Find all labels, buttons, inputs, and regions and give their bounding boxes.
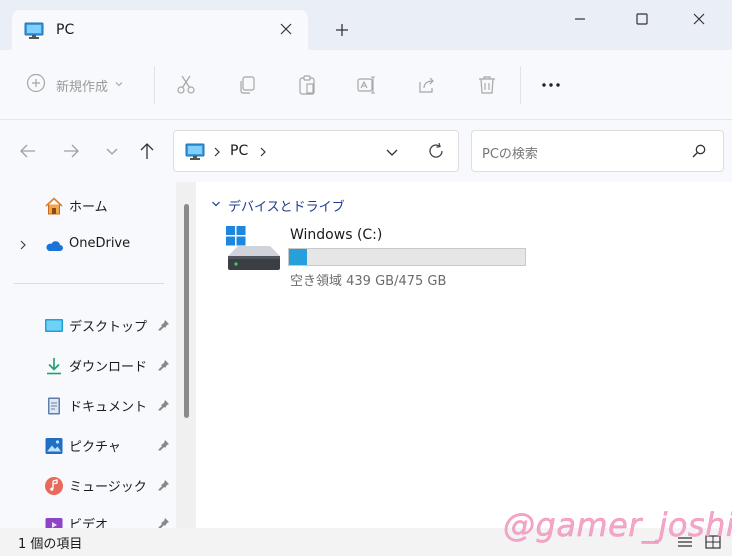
chevron-down-icon xyxy=(114,78,124,93)
sidebar-item-label: ホーム xyxy=(69,200,108,215)
sidebar-scrollbar-thumb[interactable] xyxy=(184,204,189,418)
pin-icon[interactable] xyxy=(158,399,170,415)
more-icon[interactable] xyxy=(540,74,562,96)
toolbar-separator xyxy=(154,66,155,104)
window-close-icon[interactable] xyxy=(688,8,710,30)
group-header-devices[interactable]: デバイスとドライブ xyxy=(210,196,345,215)
sidebar-item-label: ドキュメント xyxy=(69,400,148,415)
sidebar-item-documents[interactable]: ドキュメント xyxy=(0,390,176,420)
pc-icon xyxy=(24,22,44,44)
rename-icon[interactable] xyxy=(356,74,378,96)
sidebar-divider xyxy=(14,283,164,284)
share-icon[interactable] xyxy=(416,74,438,96)
plus-circle-icon xyxy=(26,73,46,97)
sidebar-item-pictures[interactable]: ピクチャ xyxy=(0,430,176,460)
search-icon[interactable] xyxy=(691,143,707,163)
drive-c[interactable]: Windows (C:) 空き領域 439 GB/475 GB xyxy=(226,224,546,289)
search-input[interactable]: PCの検索 xyxy=(482,143,538,162)
sidebar-item-desktop[interactable]: デスクトップ xyxy=(0,310,176,340)
pin-icon[interactable] xyxy=(158,517,170,528)
drive-free-space: 空き領域 439 GB/475 GB xyxy=(290,274,447,289)
tab-title: PC xyxy=(56,22,75,38)
delete-icon[interactable] xyxy=(476,74,498,96)
desktop-icon xyxy=(44,316,64,336)
address-bar[interactable]: PC xyxy=(173,130,459,172)
tab-pc[interactable]: PC xyxy=(12,10,308,50)
maximize-icon[interactable] xyxy=(631,8,653,30)
drive-usage-bar xyxy=(288,248,526,266)
sidebar-item-onedrive[interactable]: OneDrive xyxy=(0,230,176,260)
chevron-right-icon[interactable] xyxy=(18,239,28,255)
pin-icon[interactable] xyxy=(158,319,170,335)
command-bar: 新規作成 xyxy=(0,50,732,120)
sidebar-item-home[interactable]: ホーム xyxy=(0,190,176,220)
sidebar-item-label: デスクトップ xyxy=(69,320,148,335)
refresh-icon[interactable] xyxy=(426,141,446,165)
sidebar-item-label: ミュージック xyxy=(69,480,147,495)
search-box[interactable]: PCの検索 xyxy=(471,130,724,172)
forward-arrow-icon[interactable] xyxy=(60,140,82,162)
sidebar-item-downloads[interactable]: ダウンロード xyxy=(0,350,176,380)
sidebar-item-label: OneDrive xyxy=(69,236,131,251)
paste-icon[interactable] xyxy=(296,74,318,96)
home-icon xyxy=(44,196,64,216)
group-header-label: デバイスとドライブ xyxy=(228,200,345,215)
picture-icon xyxy=(44,436,64,456)
recent-chevron-down-icon[interactable] xyxy=(101,140,123,162)
up-arrow-icon[interactable] xyxy=(136,140,158,162)
toolbar-separator xyxy=(520,66,521,104)
breadcrumb-pc[interactable]: PC xyxy=(230,143,248,159)
minimize-icon[interactable] xyxy=(569,8,591,30)
new-button-label: 新規作成 xyxy=(56,79,109,95)
address-dropdown-icon[interactable] xyxy=(384,144,400,164)
drive-usage-fill xyxy=(289,249,307,265)
file-list: デバイスとドライブ Windows (C:) 空き領域 439 GB/475 G… xyxy=(196,182,732,528)
sidebar-item-label: ビデオ xyxy=(69,518,109,528)
cloud-icon xyxy=(44,236,64,256)
sidebar-item-music[interactable]: ミュージック xyxy=(0,470,176,500)
drive-name: Windows (C:) xyxy=(290,227,383,243)
navigation-pane: ホーム OneDrive デスクトップ ダウンロード ドキュメント ピクチャ ミ… xyxy=(0,182,196,528)
chevron-right-icon[interactable] xyxy=(258,146,268,162)
plus-icon[interactable] xyxy=(332,20,352,40)
back-arrow-icon[interactable] xyxy=(17,140,39,162)
cut-icon[interactable] xyxy=(175,74,197,96)
pin-icon[interactable] xyxy=(158,479,170,495)
item-count: 1 個の項目 xyxy=(18,537,83,552)
sidebar-item-videos[interactable]: ビデオ xyxy=(0,508,176,528)
copy-icon[interactable] xyxy=(236,74,258,96)
title-bar: PC xyxy=(0,0,732,50)
close-icon[interactable] xyxy=(278,21,294,37)
music-icon xyxy=(44,476,64,496)
watermark: @gamer_joshi xyxy=(503,506,732,544)
pin-icon[interactable] xyxy=(158,359,170,375)
chevron-down-icon xyxy=(210,198,222,214)
video-icon xyxy=(44,514,64,528)
pc-icon xyxy=(185,143,205,165)
hard-drive-icon xyxy=(226,226,282,276)
new-button[interactable]: 新規作成 xyxy=(26,72,124,98)
sidebar-item-label: ピクチャ xyxy=(69,440,121,455)
chevron-right-icon[interactable] xyxy=(212,146,222,162)
download-icon xyxy=(44,356,64,376)
sidebar-item-label: ダウンロード xyxy=(69,360,148,375)
navigation-bar: PC PCの検索 xyxy=(0,120,732,182)
document-icon xyxy=(44,396,64,416)
pin-icon[interactable] xyxy=(158,439,170,455)
